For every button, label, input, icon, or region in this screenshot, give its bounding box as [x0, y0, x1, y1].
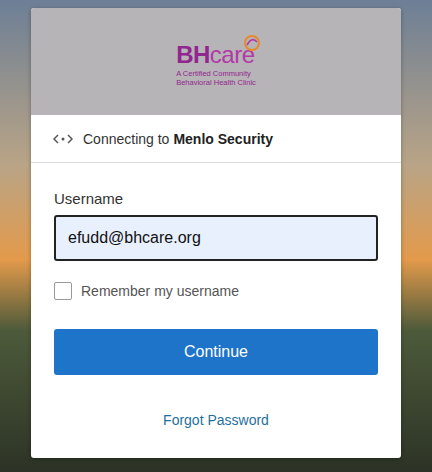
continue-button[interactable]: Continue	[54, 329, 378, 375]
username-input[interactable]	[54, 215, 378, 261]
bhcare-logo: BHcare A Certified CommunityBehavioral He…	[176, 37, 256, 87]
forgot-password-link[interactable]: Forgot Password	[163, 412, 269, 428]
login-card: BHcare A Certified CommunityBehavioral He…	[31, 8, 401, 458]
connection-row: Connecting toMenlo Security	[31, 115, 401, 163]
remember-checkbox[interactable]	[54, 282, 72, 300]
login-form: Username Remember my username Continue Forg…	[31, 163, 401, 458]
logo-word: BHcare	[176, 43, 254, 67]
remember-label: Remember my username	[81, 283, 239, 299]
remember-row[interactable]: Remember my username	[54, 282, 378, 300]
connection-arrows-icon	[53, 133, 73, 145]
username-label: Username	[54, 190, 378, 207]
logo-tagline: A Certified CommunityBehavioral Health C…	[176, 69, 256, 87]
swirl-icon	[242, 33, 262, 53]
login-page: BHcare A Certified CommunityBehavioral He…	[0, 0, 432, 472]
card-header: BHcare A Certified CommunityBehavioral He…	[31, 8, 401, 115]
connection-text: Connecting toMenlo Security	[83, 131, 273, 147]
